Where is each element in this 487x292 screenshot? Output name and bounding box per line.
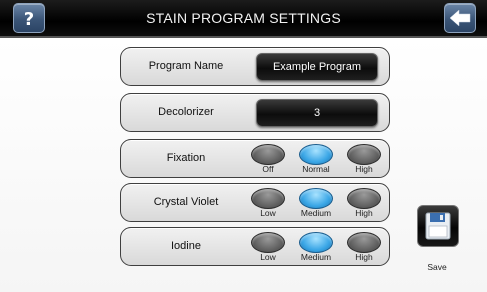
program-name-row: Program Name Example Program xyxy=(120,47,390,86)
crystal-violet-label: Crystal Violet xyxy=(153,196,219,208)
decolorizer-row: Decolorizer 3 xyxy=(120,93,390,132)
option-indicator-selected xyxy=(299,144,333,165)
option-label: High xyxy=(355,164,373,174)
fixation-label: Fixation xyxy=(166,152,206,164)
option-indicator xyxy=(251,188,285,209)
page-title: STAIN PROGRAM SETTINGS xyxy=(146,10,341,26)
fixation-row: Fixation Off Normal High xyxy=(120,139,390,178)
option-indicator xyxy=(347,232,381,253)
option-label: High xyxy=(355,208,373,218)
option-indicator-selected xyxy=(299,232,333,253)
program-name-label: Program Name xyxy=(148,60,224,72)
question-mark-icon: ? xyxy=(24,9,34,30)
decolorizer-field[interactable]: 3 xyxy=(256,99,378,127)
help-button[interactable]: ? xyxy=(13,3,45,33)
save-button[interactable] xyxy=(417,205,459,247)
option-indicator xyxy=(347,144,381,165)
iodine-label: Iodine xyxy=(171,240,201,252)
option-indicator xyxy=(251,232,285,253)
save-label: Save xyxy=(427,262,447,272)
program-name-field[interactable]: Example Program xyxy=(256,53,378,81)
crystal-violet-row: Crystal Violet Low Medium High xyxy=(120,183,390,222)
svg-text:?: ? xyxy=(24,9,34,30)
floppy-disk-icon xyxy=(425,212,451,240)
back-button[interactable] xyxy=(444,3,476,33)
option-label: High xyxy=(355,252,373,262)
option-indicator xyxy=(347,188,381,209)
option-indicator xyxy=(251,144,285,165)
back-arrow-icon xyxy=(449,9,471,27)
option-indicator-selected xyxy=(299,188,333,209)
decolorizer-label: Decolorizer xyxy=(158,106,214,118)
iodine-row: Iodine Low Medium High xyxy=(120,227,390,266)
